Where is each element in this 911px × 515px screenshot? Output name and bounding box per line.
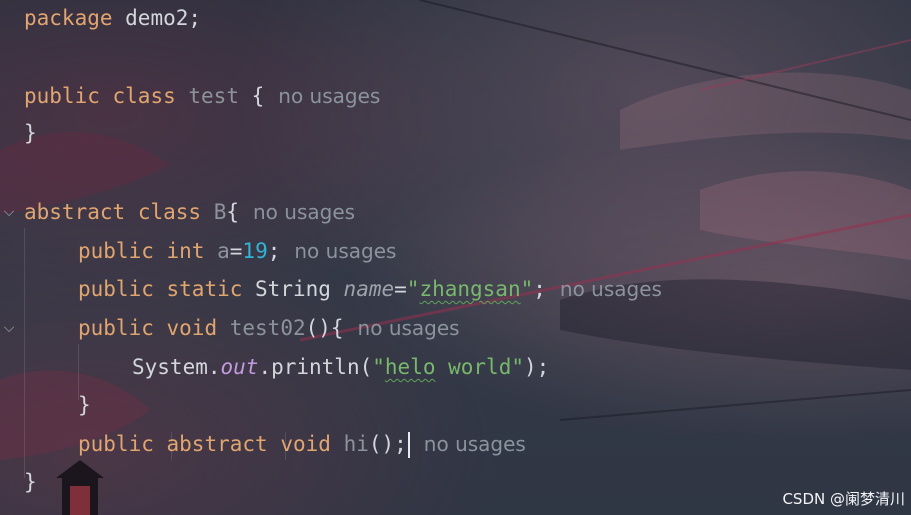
code-line-close-b[interactable]: } xyxy=(0,465,911,499)
keyword-package: package xyxy=(24,6,113,30)
code-editor[interactable]: package demo2; public class test { no usa… xyxy=(0,0,911,515)
open-brace: { xyxy=(238,84,265,108)
code-line-method-test02[interactable]: ⌵ public void test02(){ no usages xyxy=(0,311,911,345)
code-line-field-a[interactable]: public int a=19; no usages xyxy=(0,234,911,268)
code-line-field-name[interactable]: public static String name="zhangsan"; no … xyxy=(0,272,911,306)
assign-operator: = xyxy=(229,239,243,263)
method-params-open: (){ xyxy=(305,316,344,340)
string-quote: " xyxy=(372,355,385,379)
string-literal-typo[interactable]: helo xyxy=(385,355,436,379)
string-literal: world xyxy=(435,355,512,379)
package-name: demo2; xyxy=(112,6,202,30)
keyword-class: class xyxy=(112,84,176,108)
close-brace: } xyxy=(78,393,91,417)
keyword-static: static xyxy=(166,277,243,301)
println-call: .println( xyxy=(258,355,373,379)
code-line-close-test[interactable]: } xyxy=(0,116,911,150)
keyword-public: public xyxy=(78,239,154,263)
method-signature-end: (); xyxy=(368,432,407,456)
string-quote: " xyxy=(520,277,534,301)
type-string: String xyxy=(255,277,331,301)
keyword-void: void xyxy=(166,316,218,340)
keyword-public: public xyxy=(78,316,154,340)
fold-chevron-icon[interactable]: ⌵ xyxy=(1,311,17,345)
code-line-println[interactable]: System.out.println("helo world"); xyxy=(0,350,911,384)
usage-hint[interactable]: no usages xyxy=(253,200,355,224)
code-line-class-b[interactable]: ⌵ abstract class B{ no usages xyxy=(0,195,911,229)
semicolon: ; xyxy=(533,277,546,301)
class-name-test: test xyxy=(188,84,239,108)
keyword-public: public xyxy=(78,277,154,301)
text-caret xyxy=(407,432,410,458)
keyword-int: int xyxy=(166,239,205,263)
class-name-b: B xyxy=(213,200,227,224)
keyword-abstract: abstract xyxy=(24,200,126,224)
string-quote: " xyxy=(406,277,420,301)
fold-chevron-icon[interactable]: ⌵ xyxy=(1,195,17,229)
usage-hint[interactable]: no usages xyxy=(358,316,460,340)
string-literal-typo[interactable]: zhangsan xyxy=(419,277,520,301)
string-quote: " xyxy=(511,355,524,379)
method-name-test02: test02 xyxy=(229,316,306,340)
keyword-public: public xyxy=(24,84,100,108)
number-literal: 19 xyxy=(242,239,268,263)
code-line-class-test[interactable]: public class test { no usages xyxy=(0,79,911,113)
field-name-a: a xyxy=(217,239,230,263)
keyword-abstract: abstract xyxy=(166,432,268,456)
field-name-name: name xyxy=(343,277,395,301)
keyword-class: class xyxy=(137,200,202,224)
system-class: System. xyxy=(132,355,221,379)
keyword-public: public xyxy=(78,432,154,456)
assign-operator: = xyxy=(394,277,407,301)
csdn-watermark: CSDN @阑梦清川 xyxy=(782,490,905,508)
usage-hint[interactable]: no usages xyxy=(560,277,662,301)
usage-hint[interactable]: no usages xyxy=(278,84,380,108)
call-close: ); xyxy=(524,355,550,379)
code-line-package[interactable]: package demo2; xyxy=(0,1,911,35)
open-brace: { xyxy=(226,200,239,224)
close-brace: } xyxy=(24,121,37,145)
usage-hint[interactable]: no usages xyxy=(294,239,396,263)
usage-hint[interactable]: no usages xyxy=(424,432,526,456)
code-line-close-method[interactable]: } xyxy=(0,388,911,422)
static-field-out: out xyxy=(220,355,259,379)
semicolon: ; xyxy=(267,239,281,263)
code-line-abstract-method[interactable]: public abstract void hi(); no usages xyxy=(0,427,911,461)
keyword-void: void xyxy=(280,432,331,456)
method-name-hi: hi xyxy=(343,432,369,456)
close-brace: } xyxy=(24,470,37,494)
